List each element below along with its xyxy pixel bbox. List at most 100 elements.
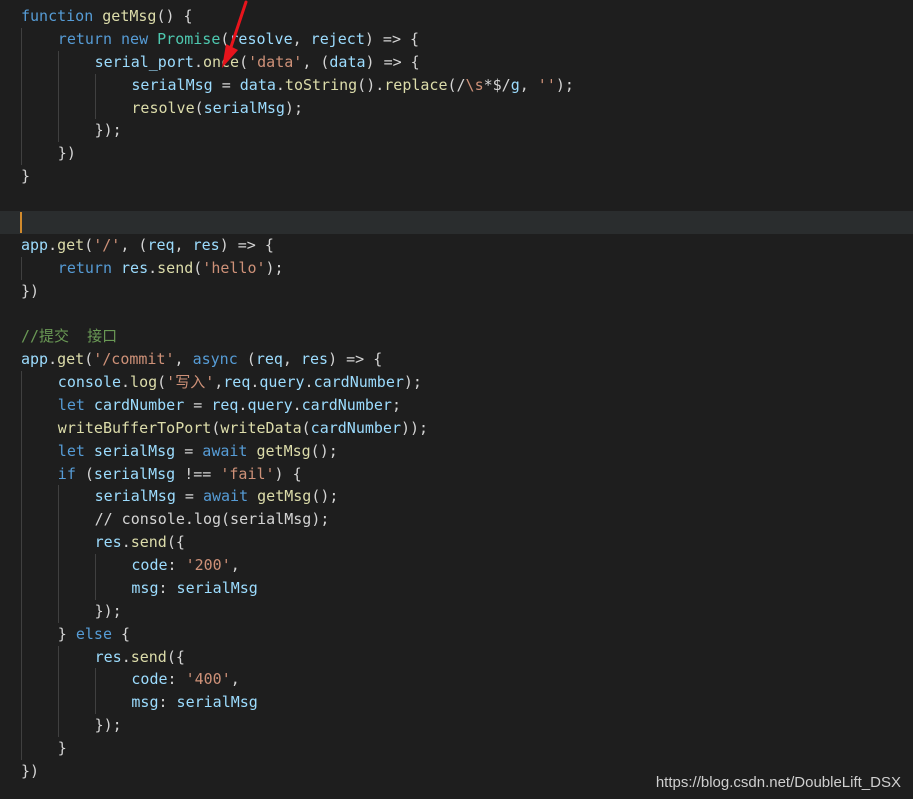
code-token: res (121, 258, 149, 277)
code-editor[interactable]: function getMsg() {return new Promise(re… (0, 5, 913, 783)
indent-guide (21, 142, 22, 166)
code-token: data (329, 52, 366, 71)
code-line[interactable]: } (0, 165, 913, 188)
code-token: log (130, 373, 158, 391)
code-line[interactable]: }) (0, 280, 913, 303)
code-line[interactable]: }); (0, 119, 913, 143)
indent-guide (94, 576, 96, 600)
indent-guide (21, 73, 22, 97)
code-line[interactable]: res.send({ (0, 531, 913, 554)
code-token: ); (403, 373, 422, 391)
code-line[interactable]: return res.send('hello'); (0, 256, 913, 280)
indent-guide (94, 73, 96, 97)
code-token: ( (301, 418, 311, 437)
code-token: : (158, 693, 177, 712)
code-line[interactable]: let serialMsg = await getMsg(); (0, 439, 913, 463)
code-line[interactable]: app.get('/', (req, res) => { (0, 234, 913, 257)
code-token: (/ (447, 75, 466, 94)
code-line[interactable]: code: '200', (0, 554, 913, 577)
code-token: ( (84, 350, 94, 369)
code-line[interactable]: }); (0, 714, 913, 737)
code-line[interactable]: // console.log(serialMsg); (0, 508, 913, 532)
code-line[interactable]: let cardNumber = req.query.cardNumber; (0, 393, 913, 417)
code-line[interactable]: function getMsg() { (0, 5, 913, 28)
code-line[interactable]: serialMsg = await getMsg(); (0, 485, 913, 509)
indent-guide (57, 73, 59, 97)
indent-guide (21, 27, 22, 51)
code-line[interactable]: resolve(serialMsg); (0, 96, 913, 120)
code-token: getMsg (257, 487, 312, 506)
code-token: , (292, 29, 311, 48)
code-line[interactable]: console.log('写入',req.query.cardNumber); (0, 371, 913, 394)
code-token: )); (400, 418, 429, 437)
code-token: req (255, 350, 283, 369)
code-token: } (21, 167, 31, 186)
code-token: , ( (302, 52, 330, 71)
indent-guide (94, 691, 96, 715)
indent-guide (21, 439, 22, 463)
code-token: replace (384, 75, 448, 94)
indent-guide (21, 714, 22, 737)
code-token: ( (193, 258, 203, 277)
code-token: . (148, 258, 158, 277)
code-token: serialMsg (203, 98, 285, 117)
code-line[interactable] (0, 302, 913, 325)
indent-guide (57, 96, 59, 120)
code-token: send (130, 533, 167, 552)
code-line[interactable]: } (0, 737, 913, 760)
code-token: query (259, 373, 305, 391)
code-token: serialMsg (176, 578, 258, 597)
indent-guide (57, 576, 59, 600)
code-line[interactable]: }); (0, 599, 913, 623)
code-token: res (94, 533, 122, 552)
code-token: let (57, 395, 94, 414)
code-line[interactable]: serialMsg = data.toString().replace(/\s*… (0, 73, 913, 97)
code-line[interactable]: app.get('/commit', async (req, res) => { (0, 348, 913, 371)
code-line[interactable]: msg: serialMsg (0, 576, 913, 600)
code-token: '200' (185, 556, 231, 574)
indent-guide (21, 531, 22, 554)
indent-guide (21, 554, 22, 577)
indent-guide (57, 508, 59, 532)
code-line[interactable]: //提交 接口 (0, 325, 913, 348)
code-token: ) { (274, 464, 302, 483)
code-token: new (121, 29, 158, 48)
code-line[interactable] (0, 188, 913, 211)
code-token: ; (391, 395, 401, 414)
code-line[interactable]: }) (0, 142, 913, 166)
code-line[interactable]: return new Promise(resolve, reject) => { (0, 27, 913, 51)
code-token: (); (310, 441, 338, 460)
code-token: ( (84, 464, 94, 483)
code-line[interactable]: if (serialMsg !== 'fail') { (0, 462, 913, 486)
code-line[interactable]: } else { (0, 622, 913, 646)
indent-guide (21, 599, 22, 623)
code-token: ); (555, 75, 574, 94)
code-token: res (94, 647, 122, 666)
code-token: : (167, 670, 186, 689)
code-token: get (57, 235, 85, 254)
code-token: async (192, 350, 247, 369)
code-token: req (147, 235, 175, 254)
indent-guide (21, 645, 22, 669)
code-line[interactable]: msg: serialMsg (0, 691, 913, 715)
code-token: 'fail' (220, 464, 275, 483)
indent-guide (21, 737, 22, 760)
code-token: getMsg (256, 441, 311, 460)
code-line[interactable]: code: '400', (0, 668, 913, 692)
indent-guide (94, 96, 96, 120)
code-line[interactable] (0, 210, 913, 234)
code-token: //提交 接口 (21, 327, 118, 346)
indent-guide (94, 554, 96, 577)
watermark: https://blog.csdn.net/DoubleLift_DSX (655, 774, 901, 791)
code-line[interactable]: serial_port.once('data', (data) => { (0, 50, 913, 74)
code-token: }) (57, 144, 76, 163)
code-token: app (21, 235, 49, 254)
code-line[interactable]: writeBufferToPort(writeData(cardNumber))… (0, 416, 913, 440)
indent-guide (57, 645, 59, 669)
code-line[interactable]: res.send({ (0, 645, 913, 669)
code-token: cardNumber (313, 373, 404, 391)
code-token: . (121, 533, 131, 552)
indent-guide (94, 668, 96, 692)
code-token: code (131, 670, 168, 689)
code-token: serialMsg (94, 487, 176, 506)
